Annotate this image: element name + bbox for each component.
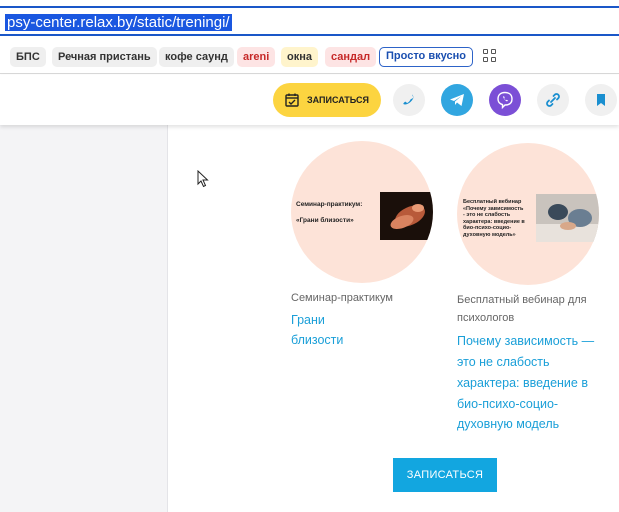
poster2-title-line2: «Почему зависимость	[463, 205, 524, 212]
card-title-seminar-line2[interactable]: близости	[291, 330, 343, 350]
card-title-webinar-line2[interactable]: это не слабость	[457, 352, 550, 372]
consultation-photo-image	[536, 194, 599, 242]
card-title-seminar-line1[interactable]: Грани	[291, 310, 325, 330]
card-type-seminar: Семинар-практикум	[291, 292, 393, 304]
apps-grid-icon[interactable]	[483, 49, 497, 63]
mouse-cursor-icon	[197, 170, 209, 188]
viber-icon	[497, 91, 513, 109]
card-title-webinar-line3[interactable]: характера: введение в	[457, 373, 588, 393]
card-title-webinar-line5[interactable]: духовную модель	[457, 414, 559, 434]
bookmarks-bar: БПС Речная пристань кофе саунд areni окн…	[0, 40, 619, 74]
url-text[interactable]: psy-center.relax.by/static/treningi/	[5, 14, 232, 31]
card-image-seminar[interactable]: Семинар-практикум: «Грани близости»	[291, 141, 433, 283]
card-type-webinar-line2: психологов	[457, 312, 515, 324]
sidebar-panel	[0, 125, 168, 512]
bookmark-button[interactable]	[585, 84, 617, 116]
phone-icon	[403, 94, 414, 105]
poster2-title-line6: духовную модель»	[463, 231, 516, 238]
url-field[interactable]: psy-center.relax.by/static/treningi/	[0, 6, 619, 36]
poster2-title-line1: Бесплатный вебинар	[463, 199, 522, 205]
bookmark-kofe-saund[interactable]: кофе саунд	[159, 47, 234, 67]
card-title-webinar-line4[interactable]: био-психо-социо-	[457, 394, 558, 414]
telegram-button[interactable]	[441, 84, 473, 116]
bookmark-sandal[interactable]: сандал	[325, 47, 377, 67]
poster2-title-line4: характера: введение в	[463, 218, 525, 225]
calendar-check-icon	[285, 93, 299, 107]
bookmark-icon	[597, 94, 605, 106]
poster2-title-line5: био-психо-социо-	[463, 225, 512, 231]
card-type-webinar-line1: Бесплатный вебинар для	[457, 294, 587, 306]
bookmark-prosto-vkusno[interactable]: Просто вкусно	[379, 47, 473, 67]
bookmark-okna[interactable]: окна	[281, 47, 318, 67]
signup-button-header[interactable]: ЗАПИСАТЬСЯ	[273, 83, 381, 117]
link-icon	[546, 93, 560, 107]
signup-button-main[interactable]: ЗАПИСАТЬСЯ	[393, 458, 497, 492]
poster-title-line1: Семинар-практикум:	[296, 201, 363, 208]
card-title-webinar-line1[interactable]: Почему зависимость —	[457, 331, 594, 351]
bookmark-areni[interactable]: areni	[237, 47, 276, 67]
phone-button[interactable]	[393, 84, 425, 116]
bookmark-bps[interactable]: БПС	[10, 47, 46, 67]
share-link-button[interactable]	[537, 84, 569, 116]
poster2-title-line3: - это не слабость	[463, 212, 511, 218]
card-image-webinar[interactable]: Бесплатный вебинар «Почему зависимость -…	[457, 143, 599, 285]
address-bar: psy-center.relax.by/static/treningi/	[0, 0, 619, 40]
signup-button-header-label: ЗАПИСАТЬСЯ	[307, 95, 369, 105]
telegram-icon	[450, 94, 464, 106]
bookmark-rechnaya-pristan[interactable]: Речная пристань	[52, 47, 157, 67]
viber-button[interactable]	[489, 84, 521, 116]
screen: psy-center.relax.by/static/treningi/ БПС…	[0, 0, 619, 512]
hands-photo-image	[380, 192, 433, 240]
site-header: ЗАПИСАТЬСЯ	[0, 75, 619, 125]
poster-title-line2: «Грани близости»	[296, 217, 354, 224]
